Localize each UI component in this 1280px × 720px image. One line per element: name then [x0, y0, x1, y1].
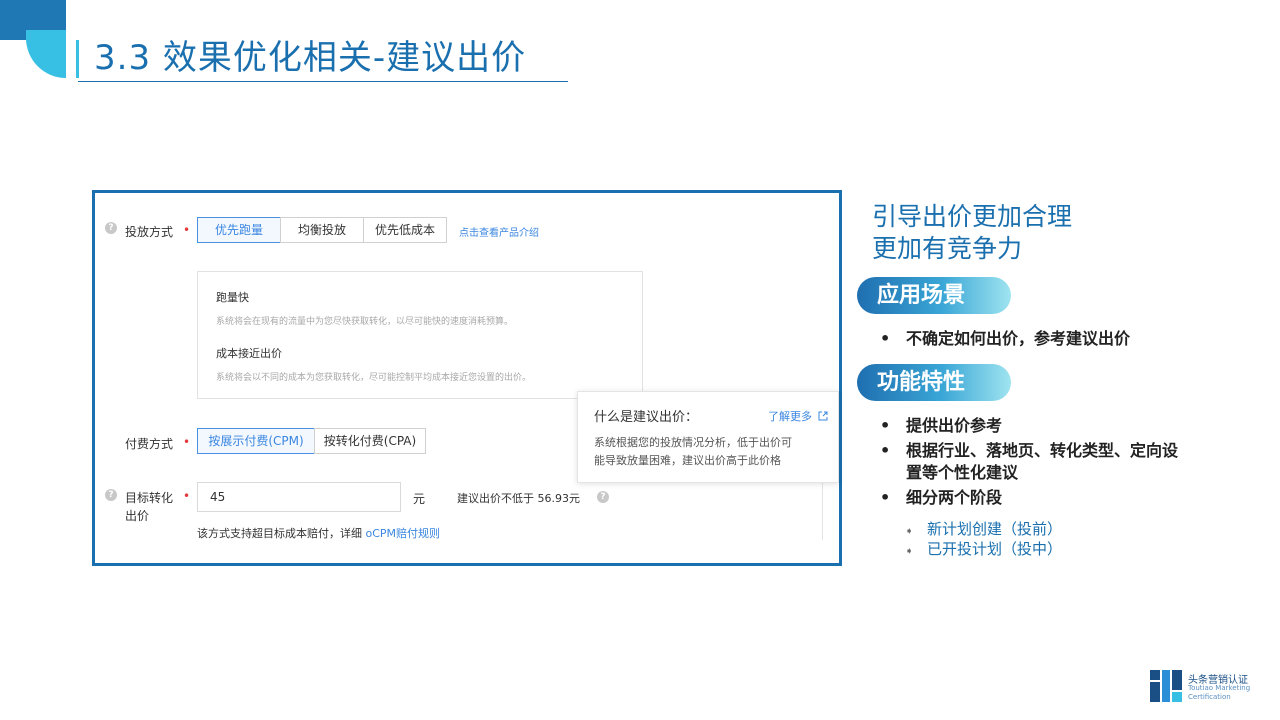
required-mark: •: [183, 223, 191, 237]
feature-bullet: • 细分两个阶段: [880, 488, 1003, 507]
help-icon[interactable]: ?: [105, 222, 117, 234]
feature-bullet-continuation: 置等个性化建议: [906, 463, 1019, 482]
feature-bullet: • 根据行业、落地页、转化类型、定向设: [880, 441, 1179, 460]
ad-form-screenshot: ? 投放方式 • 优先跑量 均衡投放 优先低成本 点击查看产品介绍 跑量快 系统…: [92, 190, 842, 566]
logo-text-en-line2: Certification: [1188, 693, 1231, 701]
help-icon[interactable]: ?: [105, 489, 117, 501]
panel-item-title: 跑量快: [216, 291, 249, 304]
panel-edge: [822, 478, 823, 540]
sub-item-text: 新计划创建（投前）: [927, 520, 1063, 538]
target-bid-label-2: 出价: [125, 509, 150, 523]
external-link-icon[interactable]: [818, 406, 828, 421]
scene-bullet: • 不确定如何出价，参考建议出价: [880, 329, 1131, 348]
title-accent-bar: [76, 40, 79, 78]
sub-item-text: 已开投计划（投中）: [927, 540, 1063, 558]
feature-bullet-text: 根据行业、落地页、转化类型、定向设: [906, 441, 1179, 460]
tooltip-body-line1: 系统根据您的投放情况分析，低于出价可: [594, 436, 792, 449]
panel-item-desc: 系统将会以不同的成本为您获取转化，尽可能控制平均成本接近您设置的出价。: [216, 373, 532, 383]
sub-item: ➧ 新计划创建（投前）: [905, 518, 1062, 539]
suggested-bid-tooltip: 什么是建议出价： 了解更多 系统根据您的投放情况分析，低于出价可 能导致放量困难…: [577, 391, 839, 483]
logo-text-en-line1: Toutiao Marketing: [1188, 684, 1251, 692]
headline-line2: 更加有竞争力: [872, 234, 1023, 263]
feature-bullet: • 提供出价参考: [880, 416, 1003, 435]
payment-option-cpa[interactable]: 按转化付费(CPA): [314, 428, 426, 454]
toutiao-logo-icon: [1150, 670, 1182, 702]
ocpm-rules-link[interactable]: oCPM赔付规则: [366, 527, 441, 540]
payment-option-cpm[interactable]: 按展示付费(CPM): [197, 428, 315, 454]
delivery-option-fast[interactable]: 优先跑量: [197, 217, 281, 243]
suggested-bid-help-icon[interactable]: ?: [597, 491, 609, 503]
feature-bullet-text: 提供出价参考: [906, 416, 1003, 435]
logo-text-en: Toutiao Marketing Certification: [1188, 684, 1250, 702]
learn-more-link[interactable]: 了解更多: [768, 408, 812, 424]
title-underline: [78, 81, 568, 82]
delivery-info-panel: 跑量快 系统将会在现有的流量中为您尽快获取转化，以尽可能快的速度消耗预算。 成本…: [197, 271, 643, 399]
target-bid-label: 目标转化: [125, 491, 174, 505]
required-mark: •: [183, 489, 191, 503]
sub-item: ➧ 已开投计划（投中）: [905, 538, 1062, 559]
required-mark: •: [183, 435, 191, 449]
compensation-note: 该方式支持超目标成本赔付，详细 oCPM赔付规则: [197, 525, 440, 541]
delivery-label: 投放方式: [125, 225, 174, 239]
payment-label: 付费方式: [125, 437, 174, 451]
target-bid-input[interactable]: 45: [197, 482, 401, 512]
panel-item-title: 成本接近出价: [216, 347, 282, 360]
suggested-bid-text: 建议出价不低于 56.93元: [457, 492, 580, 505]
feature-tag: 功能特性: [857, 364, 1011, 401]
feature-bullet-text: 细分两个阶段: [906, 488, 1003, 507]
compensation-note-text: 该方式支持超目标成本赔付，详细: [197, 527, 362, 540]
scene-bullet-text: 不确定如何出价，参考建议出价: [906, 329, 1131, 348]
currency-unit: 元: [413, 492, 426, 506]
sub-bullet-icon: ➧: [905, 526, 914, 537]
header-corner-accent: [26, 30, 66, 78]
delivery-option-balanced[interactable]: 均衡投放: [280, 217, 364, 243]
tooltip-title: 什么是建议出价：: [594, 410, 699, 425]
delivery-option-low-cost[interactable]: 优先低成本: [363, 217, 447, 243]
scene-tag: 应用场景: [857, 277, 1011, 314]
sub-bullet-icon: ➧: [905, 546, 914, 557]
tooltip-body-line2: 能导致放量困难，建议出价高于此价格: [594, 454, 781, 467]
panel-item-desc: 系统将会在现有的流量中为您尽快获取转化，以尽可能快的速度消耗预算。: [216, 317, 514, 327]
headline-line1: 引导出价更加合理: [872, 202, 1073, 231]
slide-title: 3.3 效果优化相关-建议出价: [94, 38, 527, 78]
product-intro-link[interactable]: 点击查看产品介绍: [459, 224, 539, 239]
